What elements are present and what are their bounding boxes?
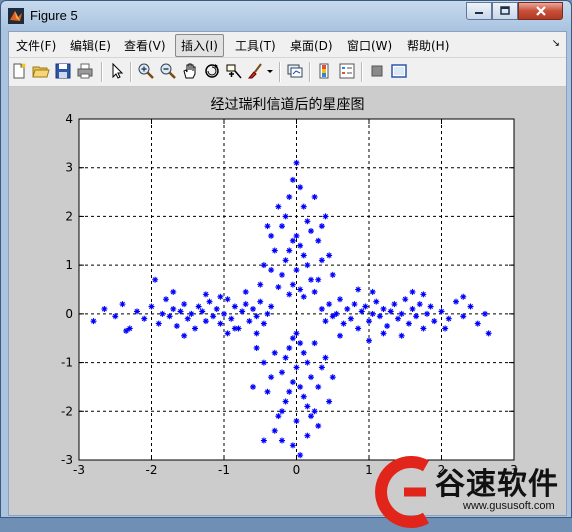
zoom-out-icon[interactable] (159, 62, 177, 80)
toolbar-separator (361, 62, 363, 82)
watermark-url: www.gususoft.com (463, 500, 555, 512)
menu-overflow-icon[interactable]: ↘ (552, 38, 560, 49)
close-button[interactable] (518, 2, 563, 20)
menu-tools[interactable]: 工具(T) (230, 36, 281, 55)
minimize-button[interactable] (466, 2, 492, 20)
scatter-point (289, 442, 296, 449)
brand-logo-icon (375, 456, 429, 528)
brush-icon[interactable] (247, 62, 265, 80)
maximize-button[interactable] (492, 2, 518, 20)
open-file-icon[interactable] (32, 62, 50, 80)
scatter-point (271, 427, 278, 434)
menu-desktop[interactable]: 桌面(D) (285, 36, 338, 55)
x-tick-label: -2 (146, 463, 158, 477)
title-bar[interactable]: Figure 5 (1, 1, 571, 31)
watermark-brand: 谷速软件 (435, 467, 559, 502)
data-cursor-icon[interactable] (225, 62, 243, 80)
watermark-logo: 谷速软件 www.gususoft.com (368, 407, 568, 528)
scatter-point (420, 291, 427, 298)
menu-window[interactable]: 窗口(W) (342, 36, 397, 55)
x-tick-label: 0 (293, 463, 301, 477)
legend-icon[interactable] (338, 62, 356, 80)
menu-view[interactable]: 查看(V) (119, 36, 171, 55)
scatter-point (355, 286, 362, 293)
pan-hand-icon[interactable] (181, 62, 199, 80)
scatter-point (286, 291, 293, 298)
scatter-point (260, 437, 267, 444)
scatter-point (275, 413, 282, 420)
scatter-point (279, 408, 285, 415)
y-tick-label: -2 (61, 404, 73, 418)
scatter-point (297, 452, 304, 459)
toolbar-separator (279, 62, 281, 82)
minimize-icon (475, 12, 483, 14)
scatter-point (315, 422, 322, 429)
scatter-point (293, 418, 300, 425)
scatter-point (289, 281, 296, 288)
maximize-icon (500, 6, 510, 15)
scatter-point (257, 281, 264, 288)
scatter-point (304, 432, 311, 439)
x-tick-label: -1 (218, 463, 230, 477)
toolbar-separator (101, 62, 103, 82)
toolbar-separator (309, 62, 311, 82)
menu-file[interactable]: 文件(F) (11, 36, 61, 55)
chevron-down-icon[interactable] (265, 62, 275, 80)
link-plot-icon[interactable] (286, 62, 304, 80)
y-tick-label: 4 (65, 112, 73, 126)
pointer-icon[interactable] (108, 62, 126, 80)
print-icon[interactable] (76, 62, 94, 80)
figure-toolbar (9, 57, 566, 87)
menu-bar: 文件(F) 编辑(E) 查看(V) 插入(I) 工具(T) 桌面(D) 窗口(W… (9, 32, 566, 57)
scatter-point (308, 413, 314, 420)
x-tick-label: -3 (73, 463, 85, 477)
save-icon[interactable] (54, 62, 72, 80)
hide-plot-tools-icon[interactable] (368, 62, 386, 80)
y-tick-label: 0 (65, 307, 73, 321)
y-tick-label: 1 (65, 258, 73, 272)
window-title: Figure 5 (30, 8, 78, 23)
close-icon (535, 6, 546, 16)
scatter-point (279, 437, 285, 444)
new-figure-icon[interactable] (10, 62, 28, 80)
matlab-logo-icon (8, 8, 24, 24)
show-plot-tools-icon[interactable] (390, 62, 408, 80)
scatter-point (297, 286, 304, 293)
menu-help[interactable]: 帮助(H) (402, 36, 454, 55)
rotate-3d-icon[interactable] (203, 62, 221, 80)
y-tick-label: 3 (65, 161, 73, 175)
colorbar-icon[interactable] (316, 62, 334, 80)
menu-edit[interactable]: 编辑(E) (65, 36, 116, 55)
zoom-in-icon[interactable] (137, 62, 155, 80)
toolbar-separator (130, 62, 132, 82)
y-tick-label: -3 (61, 453, 73, 467)
y-tick-label: 2 (65, 209, 73, 223)
scatter-point (202, 291, 209, 298)
y-tick-label: -1 (61, 356, 73, 370)
menu-insert[interactable]: 插入(I) (175, 34, 224, 57)
scatter-point (311, 408, 318, 415)
